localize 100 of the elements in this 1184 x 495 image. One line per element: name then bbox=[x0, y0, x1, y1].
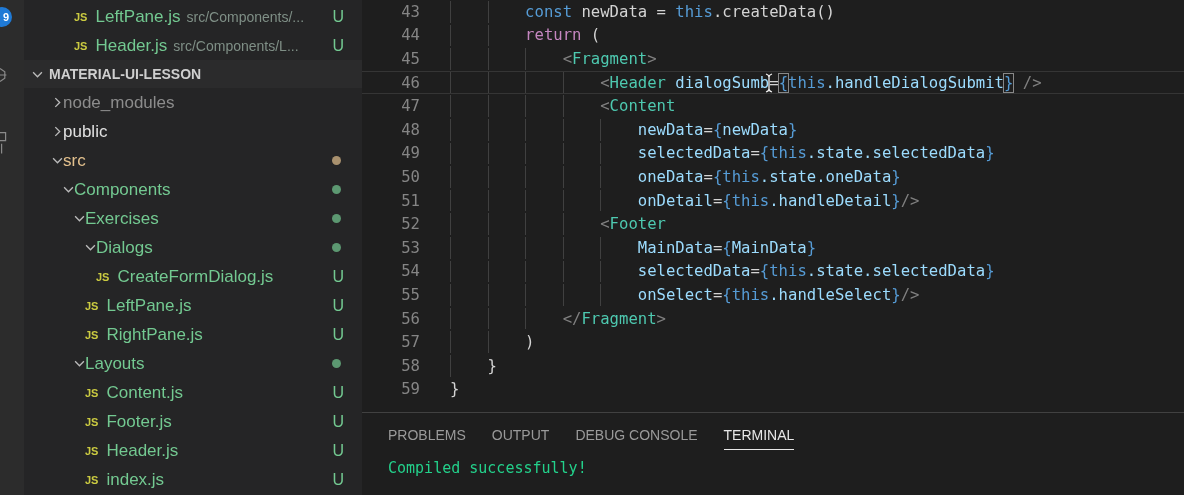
line-number: 55 bbox=[400, 285, 421, 304]
folder-name: node_modules bbox=[63, 92, 175, 113]
section-title: MATERIAL-UI-LESSON bbox=[49, 66, 202, 82]
tree-item[interactable]: Components bbox=[24, 175, 362, 204]
line-number: 58 bbox=[400, 356, 421, 375]
tree-item[interactable]: node_modules bbox=[24, 88, 362, 117]
chevron-down-icon[interactable] bbox=[74, 358, 85, 369]
code-line: <Footer bbox=[599, 215, 666, 234]
line-number: 44 bbox=[400, 26, 421, 45]
terminal-output: Compiled successfully! bbox=[388, 459, 588, 477]
code-line: selectedData={this.state.selectedData} bbox=[636, 262, 995, 281]
file-name: LeftPane.js bbox=[106, 295, 192, 316]
tree-item[interactable]: Layouts bbox=[24, 349, 362, 378]
js-file-icon: JS bbox=[96, 270, 110, 283]
folder-name: Layouts bbox=[85, 353, 145, 374]
tree-item[interactable]: JS Header.js U bbox=[24, 436, 362, 465]
git-status: U bbox=[332, 383, 344, 402]
line-number: 49 bbox=[400, 144, 421, 163]
folder-name: src bbox=[63, 150, 86, 171]
file-name: CreateFormDialog.js bbox=[117, 266, 274, 287]
chevron-right-icon[interactable] bbox=[52, 126, 63, 137]
code-line: return ( bbox=[524, 26, 601, 45]
notification-badge: 9 bbox=[0, 7, 12, 27]
js-file-icon: JS bbox=[74, 39, 88, 52]
js-file-icon: JS bbox=[85, 444, 99, 457]
file-name: Content.js bbox=[106, 382, 183, 403]
folder-name: public bbox=[63, 121, 108, 142]
open-editor-item[interactable]: JS LeftPane.js src/Components/... U bbox=[24, 2, 362, 31]
line-number: 47 bbox=[400, 97, 421, 116]
tree-item[interactable]: JS CreateFormDialog.js U bbox=[24, 262, 362, 291]
chevron-down-icon[interactable] bbox=[52, 155, 63, 166]
line-number: 53 bbox=[400, 238, 421, 257]
file-path: src/Components/... bbox=[186, 8, 305, 25]
git-status: U bbox=[332, 36, 344, 55]
folder-name: Components bbox=[74, 179, 171, 200]
code-line: MainData={MainData} bbox=[636, 238, 817, 257]
chevron-down-icon[interactable] bbox=[85, 242, 96, 253]
code-line: selectedData={this.state.selectedData} bbox=[636, 144, 995, 163]
line-number: 59 bbox=[400, 380, 421, 399]
code-line: oneData={this.state.oneData} bbox=[636, 167, 901, 186]
line-number: 54 bbox=[400, 262, 421, 281]
js-file-icon: JS bbox=[85, 386, 99, 399]
tree-item[interactable]: public bbox=[24, 117, 362, 146]
tree-item[interactable]: JS RightPane.js U bbox=[24, 320, 362, 349]
tree-item[interactable]: Dialogs bbox=[24, 233, 362, 262]
line-number: 45 bbox=[400, 50, 421, 68]
code-line: onDetail={this.handleDetail}/> bbox=[636, 191, 920, 210]
folder-name: Dialogs bbox=[96, 237, 153, 258]
line-number: 43 bbox=[400, 2, 421, 21]
git-status: U bbox=[332, 7, 344, 26]
tree-item[interactable]: JS LeftPane.js U bbox=[24, 291, 362, 320]
file-name: index.js bbox=[106, 469, 165, 490]
code-line: onSelect={this.handleSelect}/> bbox=[636, 285, 920, 304]
code-line: ) bbox=[524, 333, 535, 352]
code-line: const newData = this.createData() bbox=[524, 2, 835, 21]
tree-item[interactable]: src bbox=[24, 146, 362, 175]
explorer-section-header[interactable]: MATERIAL-UI-LESSON bbox=[24, 60, 362, 88]
chevron-down-icon[interactable] bbox=[63, 184, 74, 195]
line-number: 51 bbox=[400, 191, 421, 210]
code-line: } bbox=[450, 380, 460, 399]
panel-tab[interactable]: OUTPUT bbox=[491, 427, 550, 450]
line-number: 50 bbox=[400, 167, 421, 186]
file-name: RightPane.js bbox=[106, 324, 203, 345]
line-number: 48 bbox=[400, 120, 421, 139]
file-path: src/Components/L... bbox=[173, 37, 299, 54]
git-status: U bbox=[332, 267, 344, 286]
panel-tab[interactable]: TERMINAL bbox=[723, 427, 795, 450]
code-line: newData={newData} bbox=[636, 120, 798, 139]
code-line: } bbox=[486, 356, 497, 375]
git-status: U bbox=[332, 412, 344, 431]
git-status: U bbox=[332, 296, 344, 315]
chevron-down-icon[interactable] bbox=[74, 213, 85, 224]
line-number: 57 bbox=[400, 333, 421, 352]
js-file-icon: JS bbox=[74, 10, 88, 23]
file-name: Header.js bbox=[106, 440, 179, 461]
line-number: 56 bbox=[400, 309, 421, 328]
git-status: U bbox=[332, 325, 344, 344]
js-file-icon: JS bbox=[85, 473, 99, 486]
js-file-icon: JS bbox=[85, 415, 99, 428]
open-editor-item[interactable]: JS Header.js src/Components/L... U bbox=[24, 31, 362, 60]
line-number: 46 bbox=[400, 73, 421, 92]
js-file-icon: JS bbox=[85, 328, 99, 341]
code-line: </Fragment> bbox=[561, 309, 666, 328]
js-file-icon: JS bbox=[85, 299, 99, 312]
git-status: U bbox=[332, 470, 344, 489]
chevron-right-icon[interactable] bbox=[52, 97, 63, 108]
folder-name: Exercises bbox=[85, 208, 159, 229]
tree-item[interactable]: JS Content.js U bbox=[24, 378, 362, 407]
tree-item[interactable]: JS index.js U bbox=[24, 465, 362, 494]
panel-tab[interactable]: PROBLEMS bbox=[388, 427, 466, 450]
code-line: <Content bbox=[599, 97, 676, 116]
git-status: U bbox=[332, 441, 344, 460]
file-name: Header.js bbox=[95, 35, 168, 56]
line-number: 52 bbox=[400, 215, 421, 234]
file-name: LeftPane.js bbox=[95, 6, 181, 27]
tree-item[interactable]: JS Footer.js U bbox=[24, 407, 362, 436]
file-name: Footer.js bbox=[106, 411, 172, 432]
code-line: <Fragment> bbox=[561, 50, 657, 68]
tree-item[interactable]: Exercises bbox=[24, 204, 362, 233]
panel-tab[interactable]: DEBUG CONSOLE bbox=[575, 427, 698, 450]
